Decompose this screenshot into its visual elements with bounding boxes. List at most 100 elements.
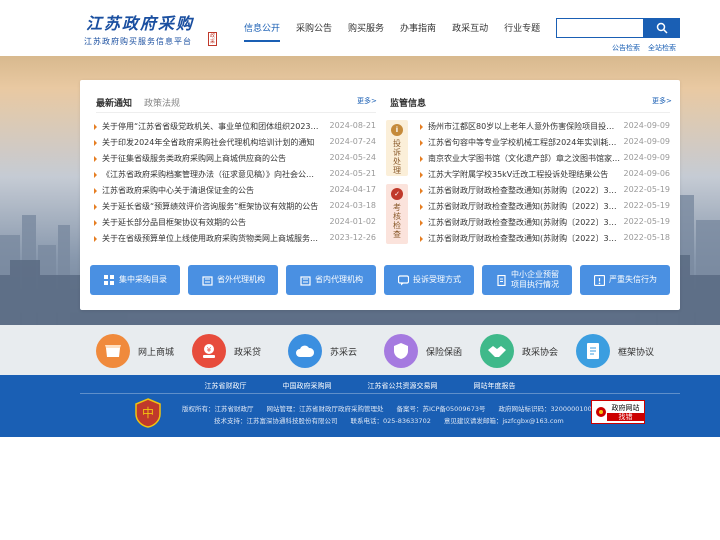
bullet-icon [420, 236, 423, 242]
building-icon [201, 274, 213, 286]
list-item[interactable]: 关于在省级预算单位上线使用政府采购货物类网上商城服务… 2023-12-26 [94, 233, 376, 246]
list-item[interactable]: 江苏省句容中等专业学校机械工程部2024年实训耗材… 2024-09-09 [420, 137, 670, 150]
list-item[interactable]: 《江苏省政府采购档案管理办法（征求意见稿）》向社会公… 2024-05-21 [94, 169, 376, 182]
link-notice-search[interactable]: 公告检索 [612, 43, 640, 53]
bullet-icon [94, 140, 97, 146]
list-item[interactable]: 关于印发2024年全省政府采购社会代理机构培训计划的通知 2024-07-24 [94, 137, 376, 150]
emblem-icon [596, 407, 606, 417]
link-site-search[interactable]: 全站检索 [648, 43, 676, 53]
nav-xinxi[interactable]: 信息公开 [244, 21, 281, 42]
document-icon [495, 274, 507, 286]
badge-complaint[interactable]: i 投诉处理 [386, 120, 408, 176]
quick-btn-catalog[interactable]: 集中采购目录 [90, 265, 180, 295]
shop-icon [96, 334, 130, 368]
bullet-icon [94, 220, 97, 226]
footer-support: 技术支持：江苏富深协通科技股份有限公司 联系电话：025-83633702 意见… [214, 417, 564, 425]
supervision-title[interactable]: 监管信息 [390, 96, 426, 109]
header: 江苏政府采购 江苏政府购买服务信息平台 政采 信息公开 采购公告 购买服务 办事… [0, 0, 720, 56]
service-guarantee[interactable]: 保险保函 [384, 333, 462, 369]
service-sucaiyun[interactable]: 苏采云 [288, 333, 357, 369]
money-icon: ¥ [192, 334, 226, 368]
list-item[interactable]: 关于延长省级“预算绩效评价咨询服务”框架协议有效期的公告 2024-03-18 [94, 201, 376, 214]
bullet-icon [420, 204, 423, 210]
nav-caigou[interactable]: 采购公告 [296, 21, 332, 42]
service-framework[interactable]: 框架协议 [576, 333, 654, 369]
list-item[interactable]: 扬州市江都区80岁以上老年人意外伤害保险项目投诉… 2024-09-09 [420, 121, 670, 134]
service-loan[interactable]: ¥ 政采贷 [192, 333, 261, 369]
list-item[interactable]: 江苏省财政厅财政检查整改通知(苏财购〔2022〕35号) 2022-05-19 [420, 217, 670, 230]
supervision-divider [390, 112, 670, 113]
bullet-icon [94, 188, 97, 194]
news-divider [96, 112, 376, 113]
nav-goumai[interactable]: 购买服务 [348, 21, 384, 42]
list-item[interactable]: 南京农业大学图书馆（文化遗产部）章之汶图书馆家… 2024-09-09 [420, 153, 670, 166]
news-more-link[interactable]: 更多> [357, 96, 377, 106]
footer-link-annual-report[interactable]: 网站年度报告 [474, 381, 516, 391]
badge-title: 政府网站 [611, 403, 640, 412]
agreement-icon [576, 334, 610, 368]
footer-link-ccgp[interactable]: 中国政府采购网 [283, 381, 332, 391]
list-item[interactable]: 关于延长部分品目框架协议有效期的公告 2024-01-02 [94, 217, 376, 230]
logo-sub-text: 江苏政府购买服务信息平台 [84, 37, 192, 46]
svg-text:中: 中 [142, 405, 154, 420]
bullet-icon [94, 124, 97, 130]
check-icon: ✓ [391, 188, 403, 200]
supervision-more-link[interactable]: 更多> [652, 96, 672, 106]
gov-site-error-badge[interactable]: 政府网站 找错 [591, 400, 645, 424]
logo-main-text: 江苏政府采购 [86, 14, 195, 33]
search-input[interactable] [556, 18, 644, 38]
bullet-icon [420, 220, 423, 226]
footer-copyright: 版权所有：江苏省财政厅 网站管理：江苏省财政厅政府采购管理处 备案号：苏ICP备… [182, 405, 592, 413]
tab-policy[interactable]: 政策法规 [144, 96, 180, 109]
news-list: 关于停用“江苏省省级党政机关、事业单位和团体组织2023… 2024-08-21 … [94, 121, 376, 246]
quick-btn-outside-agency[interactable]: 省外代理机构 [188, 265, 278, 295]
warning-icon [593, 274, 605, 286]
site-logo[interactable]: 江苏政府采购 江苏政府购买服务信息平台 政采 [84, 10, 217, 50]
quick-btn-sme-projects[interactable]: 中小企业预留 项目执行情况 [482, 265, 572, 295]
nav-banshi[interactable]: 办事指南 [400, 21, 436, 42]
list-item[interactable]: 江苏大学附属学校35kV迁改工程投诉处理结果公告 2024-09-06 [420, 169, 670, 182]
list-item[interactable]: 关于停用“江苏省省级党政机关、事业单位和团体组织2023… 2024-08-21 [94, 121, 376, 134]
supervision-head: 监管信息 [390, 96, 438, 109]
main-nav: 信息公开 采购公告 购买服务 办事指南 政采互动 行业专题 [244, 21, 556, 42]
bullet-icon [94, 204, 97, 210]
footer-link-finance-dept[interactable]: 江苏省财政厅 [205, 381, 247, 391]
svg-text:¥: ¥ [207, 346, 212, 354]
tab-latest-notice[interactable]: 最新通知 [96, 96, 132, 109]
list-item[interactable]: 关于征集省级服务类政府采购网上商城供应商的公告 2024-05-24 [94, 153, 376, 166]
footer-divider [80, 393, 680, 394]
bullet-icon [94, 236, 97, 242]
search-icon [656, 22, 668, 34]
bullet-icon [420, 124, 423, 130]
footer-link-resource-exchange[interactable]: 江苏省公共资源交易网 [368, 381, 438, 391]
search-links: 公告检索 全站检索 [612, 43, 676, 53]
logo-seal: 政采 [208, 32, 217, 46]
nav-zhuanti[interactable]: 行业专题 [504, 21, 540, 42]
list-item[interactable]: 江苏省政府采购中心关于清退保证金的公告 2024-04-17 [94, 185, 376, 198]
bullet-icon [94, 156, 97, 162]
nav-hudong[interactable]: 政采互动 [452, 21, 488, 42]
cloud-icon [288, 334, 322, 368]
grid-icon [103, 274, 115, 286]
service-online-mall[interactable]: 网上商城 [96, 333, 174, 369]
bullet-icon [94, 172, 97, 178]
chat-icon [397, 274, 409, 286]
quick-btn-inside-agency[interactable]: 省内代理机构 [286, 265, 376, 295]
list-item[interactable]: 江苏省财政厅财政检查整改通知(苏财购〔2022〕37号) 2022-05-19 [420, 185, 670, 198]
party-emblem-icon[interactable]: 中 [134, 398, 162, 428]
badge-action: 找错 [607, 412, 644, 421]
search-button[interactable] [644, 18, 680, 38]
list-item[interactable]: 江苏省财政厅财政检查整改通知(苏财购〔2022〕36号) 2022-05-19 [420, 201, 670, 214]
supervision-list: 扬州市江都区80岁以上老年人意外伤害保险项目投诉… 2024-09-09 江苏省句… [420, 121, 670, 246]
bullet-icon [420, 140, 423, 146]
news-tabs: 最新通知 政策法规 [96, 96, 192, 109]
bullet-icon [420, 156, 423, 162]
quick-btn-complaint-method[interactable]: 投诉受理方式 [384, 265, 474, 295]
quick-btn-dishonesty[interactable]: 严重失信行为 [580, 265, 670, 295]
badge-inspection[interactable]: ✓ 考核检查 [386, 184, 408, 244]
bullet-icon [420, 188, 423, 194]
service-association[interactable]: 政采协会 [480, 333, 558, 369]
shield-icon [384, 334, 418, 368]
list-item[interactable]: 江苏省财政厅财政检查整改通知(苏财购〔2022〕33号) 2022-05-18 [420, 233, 670, 246]
handshake-icon [480, 334, 514, 368]
